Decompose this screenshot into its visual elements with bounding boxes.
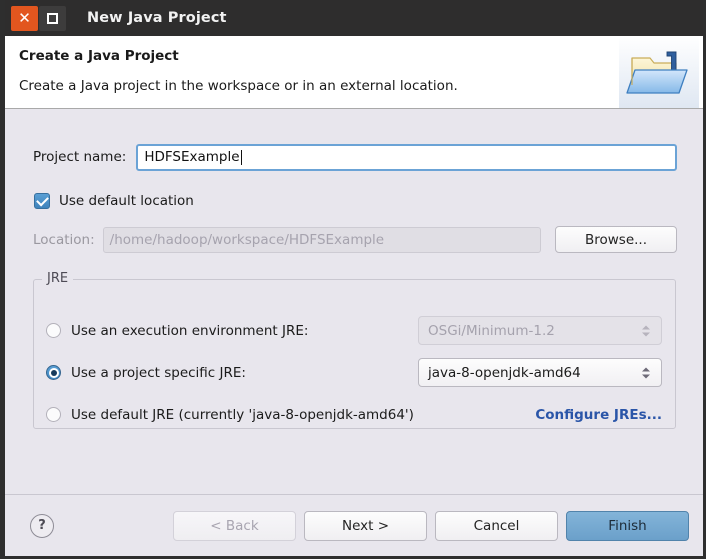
location-row: Location: /home/hadoop/workspace/HDFSExa…: [33, 226, 677, 253]
jre-project-specific-label: Use a project specific JRE:: [71, 365, 246, 381]
finish-button[interactable]: Finish: [566, 511, 689, 541]
dialog-banner: Create a Java Project Create a Java proj…: [5, 36, 703, 109]
checkmark-icon: [36, 193, 49, 206]
project-name-input[interactable]: HDFSExample: [136, 144, 677, 171]
banner-title: Create a Java Project: [19, 48, 179, 64]
configure-jres-link[interactable]: Configure JREs...: [535, 407, 662, 423]
jre-default-radio[interactable]: [46, 407, 61, 422]
chevron-down-icon: [642, 332, 650, 336]
maximize-glyph: [47, 13, 58, 24]
jre-option-execution-environment[interactable]: Use an execution environment JRE: OSGi/M…: [46, 316, 662, 345]
chevron-up-icon[interactable]: [642, 367, 650, 371]
project-name-row: Project name: HDFSExample: [33, 143, 677, 171]
button-group: < Back Next > Cancel Finish: [173, 511, 689, 541]
dialog-body: Project name: HDFSExample Use default lo…: [5, 109, 703, 494]
jre-group: JRE Use an execution environment JRE: OS…: [33, 279, 676, 429]
banner-description: Create a Java project in the workspace o…: [19, 78, 458, 94]
location-label: Location:: [33, 232, 95, 248]
cancel-button[interactable]: Cancel: [435, 511, 558, 541]
location-value: /home/hadoop/workspace/HDFSExample: [110, 232, 384, 248]
execution-environment-value: OSGi/Minimum-1.2: [428, 323, 555, 339]
window-title: New Java Project: [87, 10, 227, 26]
jre-group-label: JRE: [42, 271, 73, 286]
new-java-project-dialog: ✕ New Java Project Create a Java Project…: [0, 0, 706, 559]
java-project-folder-icon: [619, 36, 699, 108]
jre-execution-environment-label: Use an execution environment JRE:: [71, 323, 308, 339]
chevron-up-icon: [642, 325, 650, 329]
location-input: /home/hadoop/workspace/HDFSExample: [103, 227, 541, 253]
browse-button[interactable]: Browse...: [555, 226, 677, 253]
project-specific-jre-value: java-8-openjdk-amd64: [428, 365, 581, 381]
chevron-updown-icon: [642, 325, 650, 336]
use-default-location-row[interactable]: Use default location: [34, 193, 194, 209]
help-icon[interactable]: ?: [30, 514, 54, 538]
next-button[interactable]: Next >: [304, 511, 427, 541]
use-default-location-label: Use default location: [59, 193, 194, 209]
jre-option-default[interactable]: Use default JRE (currently 'java-8-openj…: [46, 400, 662, 429]
jre-execution-environment-radio[interactable]: [46, 323, 61, 338]
title-bar: ✕ New Java Project: [5, 0, 703, 36]
jre-default-label: Use default JRE (currently 'java-8-openj…: [71, 407, 414, 423]
jre-project-specific-radio[interactable]: [46, 365, 61, 380]
project-name-value: HDFSExample: [144, 149, 239, 165]
jre-option-project-specific[interactable]: Use a project specific JRE: java-8-openj…: [46, 358, 662, 387]
use-default-location-checkbox[interactable]: [34, 193, 50, 209]
close-icon[interactable]: ✕: [11, 6, 38, 31]
project-specific-jre-combo[interactable]: java-8-openjdk-amd64: [418, 358, 662, 387]
text-caret: [241, 150, 242, 165]
execution-environment-combo: OSGi/Minimum-1.2: [418, 316, 662, 345]
project-name-label: Project name:: [33, 149, 126, 165]
chevron-down-icon[interactable]: [642, 374, 650, 378]
back-button[interactable]: < Back: [173, 511, 296, 541]
dialog-button-bar: ? < Back Next > Cancel Finish: [5, 494, 703, 556]
chevron-updown-icon[interactable]: [642, 367, 650, 378]
close-glyph: ✕: [18, 11, 31, 26]
maximize-icon[interactable]: [39, 6, 66, 31]
radio-dot: [51, 370, 57, 376]
